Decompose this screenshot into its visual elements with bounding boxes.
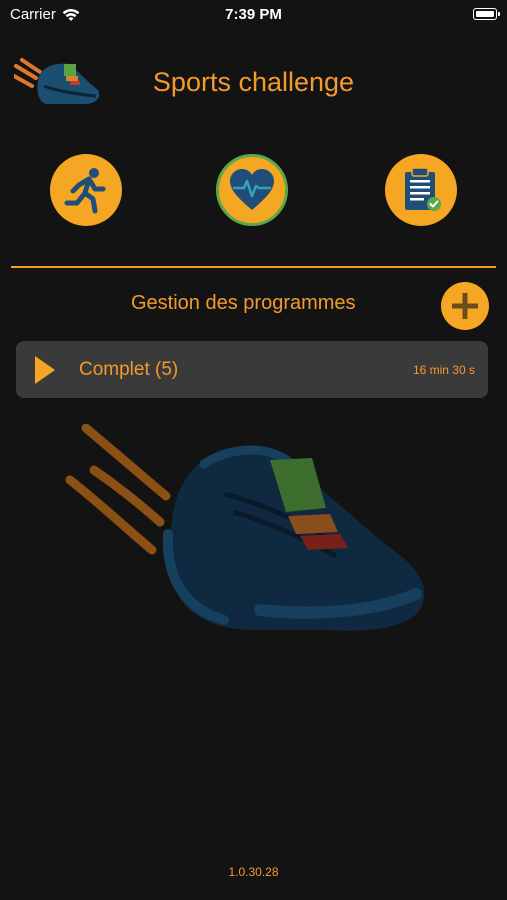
status-bar: Carrier 7:39 PM [0,0,507,30]
app-version: 1.0.30.28 [228,865,279,879]
running-shoe-illustration [65,424,425,631]
heart-button[interactable] [216,154,288,226]
runner-icon [64,168,106,214]
heart-pulse-icon [230,169,274,210]
runner-button[interactable] [50,154,122,226]
section-title: Gestion des programmes [131,292,356,314]
clipboard-button[interactable] [385,154,457,226]
section-divider [11,266,496,268]
play-icon[interactable] [35,356,55,384]
battery-icon [473,8,500,20]
clipboard-check-icon [405,167,441,211]
program-duration: 16 min 30 s [412,363,475,377]
status-time: 7:39 PM [225,6,282,23]
app-title: Sports challenge [152,67,355,97]
program-row[interactable]: Complet (5) 16 min 30 s [16,341,488,398]
add-program-button[interactable] [441,282,489,330]
program-name: Complet (5) [79,359,179,380]
plus-icon [452,293,478,319]
